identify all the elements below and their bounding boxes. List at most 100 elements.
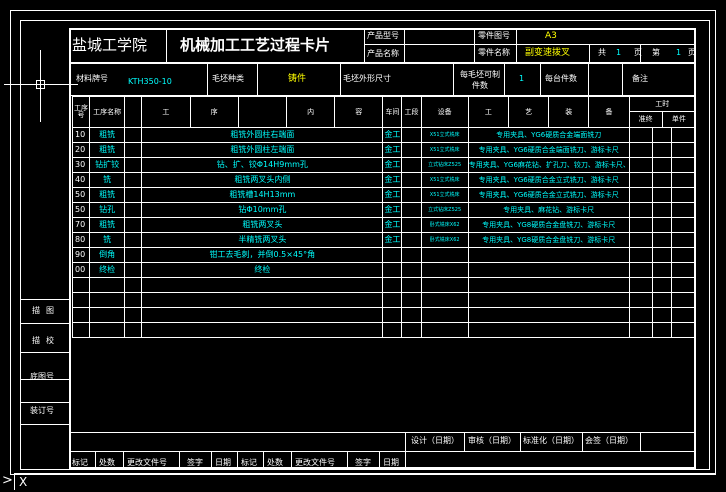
col-time-std: 准终 [630,112,663,127]
time-cell [628,232,653,248]
empty-cell [467,277,630,293]
time-cell [651,277,672,293]
mark-label: 标记 [72,458,88,467]
total-value: 1 [616,48,622,57]
op-tooling-cell: 专用夹具、YG8硬质合金盘铣刀、游标卡尺 [467,217,630,233]
op-workshop-cell: 金工 [382,142,403,158]
op-name-cell: 粗铣 [89,187,126,203]
op-section-cell [401,277,422,293]
empty-cell [420,292,469,308]
material-divider [207,64,208,95]
time-cell [670,262,697,278]
time-cell [651,307,672,323]
op-equipment-cell: X51立式铣床 [420,187,469,203]
empty-cell [71,322,91,338]
op-name-cell: 粗铣 [89,142,126,158]
op-content-cell: 钳工去毛刺，并倒0.5×45°角 [141,247,384,263]
empty-cell [71,292,91,308]
op-equipment-cell: 卧式铣床X62 [420,232,469,248]
op-workshop-cell: 金工 [382,157,403,173]
op-no-cell: 80 [71,232,91,248]
time-cell [670,217,697,233]
time-cell [651,217,672,233]
col-equipment: 设备 [420,96,469,128]
time-cell [670,292,697,308]
time-cell [670,307,697,323]
table-row: 20 粗铣 粗铣外圆柱左端面 金工 X51立式铣床 专用夹具、YG6硬质合金端面铣刀、游标… [71,142,697,158]
footer-mid-line [405,451,696,452]
op-content-cell: 钻、扩、铰Φ14H9mm孔 [141,157,384,173]
empty-cell [420,322,469,338]
empty-cell [467,307,630,323]
page-unit-1: 页 [634,48,642,57]
time-cell [628,142,653,158]
op-content-cell: 粗铣两叉头 [141,217,384,233]
time-cell [628,172,653,188]
op-no-cell: 40 [71,172,91,188]
op-tooling-cell [467,247,630,263]
blank-type-label: 毛坯种类 [212,74,244,83]
op-section-cell [401,217,422,233]
empty-cell [124,202,143,218]
command-line[interactable]: X [14,473,715,490]
empty-cell [382,307,403,323]
time-cell [651,322,672,338]
material-divider [504,64,505,95]
op-section-cell [401,247,422,263]
time-cell [651,127,672,143]
header-bottom-line [69,62,696,64]
op-no-cell: 30 [71,157,91,173]
op-section-cell [401,232,422,248]
col-section: 工段 [401,96,422,128]
time-cell [628,262,653,278]
header-divider [166,28,167,62]
process-table: 工序号 工序名称 工 序 内 容 车间 工段 设备 工 艺 装 备 工时 准终 … [71,96,697,338]
op-workshop-cell [382,262,403,278]
op-tooling-cell [467,262,630,278]
footer-divider [640,433,641,451]
time-cell [670,142,697,158]
empty-cell [124,262,143,278]
op-content-cell: 终检 [141,262,384,278]
op-tooling-cell: 专用夹具、YG6硬质合金端面铣刀、游标卡尺 [467,142,630,158]
empty-cell [467,322,630,338]
op-section-cell [401,307,422,323]
op-content-cell: 粗铣外圆柱左端面 [141,142,384,158]
table-row: 50 钻孔 钻Φ10mm孔 金工 立式钻床Z525 专用夹具、麻花钻、游标卡尺 [71,202,697,218]
time-cell [651,232,672,248]
time-cell [651,157,672,173]
material-divider [257,64,258,95]
col-op-name: 工序名称 [89,96,126,128]
table-row: 50 粗铣 粗铣槽14H13mm 金工 X51立式铣床 专用夹具、YG6硬质合金立式铣刀、… [71,187,697,203]
material-value: KTH350-10 [128,77,172,86]
time-cell [628,322,653,338]
op-name-cell: 铣 [89,232,126,248]
time-cell [651,172,672,188]
op-tooling-cell: 专用夹具、YG6硬质合金立式铣刀、游标卡尺 [467,187,630,203]
trace-label: 描图 [32,306,60,315]
op-section-cell [401,262,422,278]
empty-cell [141,277,384,293]
op-tooling-cell: 专用夹具、YG8硬质合金盘铣刀、游标卡尺 [467,232,630,248]
time-cell [670,187,697,203]
op-tooling-cell: 专用夹具、YG6麻花钻、扩孔刀、铰刀、游标卡尺、内径量规 [467,157,630,173]
table-row [71,307,697,323]
empty-cell [124,277,143,293]
time-cell [651,202,672,218]
table-row: 70 粗铣 粗铣两叉头 金工 卧式铣床X62 专用夹具、YG8硬质合金盘铣刀、游标卡尺 [71,217,697,233]
empty-cell [141,307,384,323]
time-cell [651,247,672,263]
col-op-no: 工序号 [71,96,91,128]
op-equipment-cell: X51立式铣床 [420,127,469,143]
footer-divider [464,433,465,451]
op-section-cell [401,172,422,188]
date2-label: 日期 [383,458,399,467]
per-blank-value: 1 [519,74,525,83]
table-row [71,322,697,338]
material-divider [540,64,541,95]
date-label: 日期 [215,458,231,467]
time-cell [670,322,697,338]
material-divider [622,64,623,95]
school-name: 盐城工学院 [72,36,148,54]
op-no-cell: 70 [71,217,91,233]
